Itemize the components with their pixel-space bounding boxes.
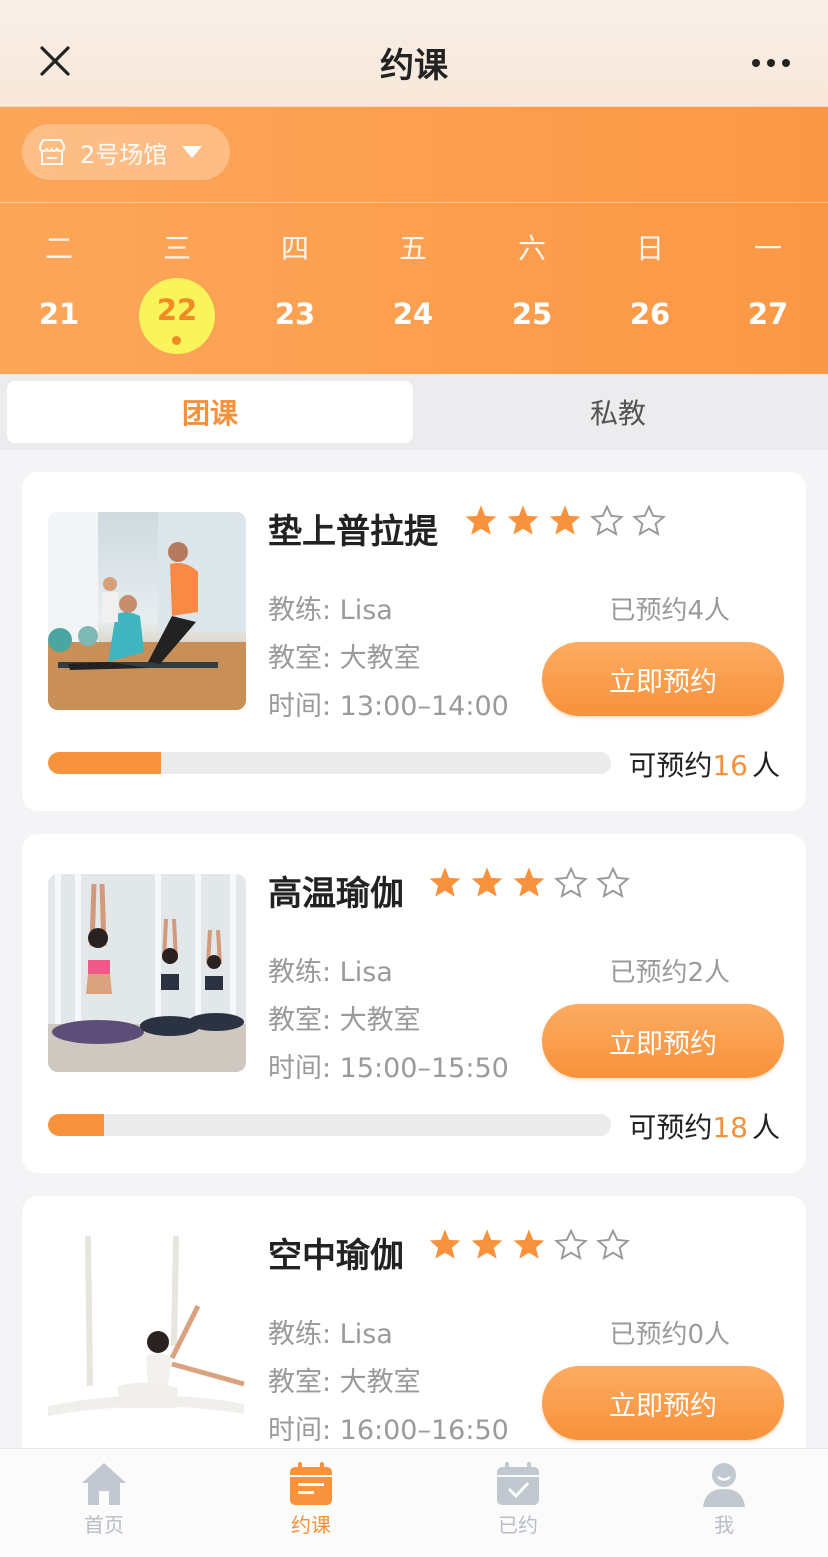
capacity-progress-fill (48, 752, 161, 774)
nav-home[interactable]: 首页 (34, 1461, 174, 1538)
star-filled-icon (507, 505, 539, 535)
star-filled-icon (471, 867, 503, 897)
selected-day-dot (172, 336, 181, 345)
time-label: 时间: 15:00–15:50 (268, 1053, 509, 1084)
available-spots: 可预约16 人 (628, 744, 780, 784)
star-empty-icon (596, 1228, 630, 1260)
star-filled-icon (465, 505, 497, 535)
weekday-label: 二 (44, 232, 73, 265)
available-suffix: 人 (751, 749, 780, 782)
page-title: 约课 (380, 46, 448, 86)
weekday-label: 三 (162, 232, 191, 265)
date-25[interactable]: 25 (482, 297, 582, 331)
course-thumbnail (48, 512, 246, 710)
booked-count: 已预约2人 (609, 958, 730, 988)
star-filled-icon (513, 867, 545, 897)
course-name: 垫上普拉提 (268, 512, 438, 552)
available-prefix: 可预约 (628, 749, 713, 782)
user-icon (703, 1463, 745, 1507)
bottom-nav: 首页 约课 已约 我 (0, 1448, 828, 1557)
date-24[interactable]: 24 (363, 297, 463, 331)
booked-count: 已预约0人 (609, 1320, 730, 1350)
weekday-label: 一 (753, 232, 782, 265)
available-suffix: 人 (751, 1111, 780, 1144)
star-filled-icon (429, 867, 461, 897)
venue-selector[interactable]: 2号场馆 (22, 124, 230, 180)
available-number: 18 (712, 1111, 748, 1144)
time-label: 时间: 13:00–14:00 (268, 691, 509, 722)
nav-me-label: 我 (714, 1513, 734, 1537)
home-icon (82, 1463, 126, 1505)
rating-stars (428, 1228, 630, 1260)
weekday-label: 五 (398, 232, 427, 265)
nav-booked[interactable]: 已约 (448, 1461, 588, 1538)
nav-me[interactable]: 我 (654, 1461, 794, 1538)
available-spots: 可预约18 人 (628, 1106, 780, 1146)
star-filled-icon (549, 505, 581, 535)
nav-booking[interactable]: 约课 (241, 1461, 381, 1538)
capacity-progress-fill (48, 1114, 105, 1136)
star-filled-icon (513, 1229, 545, 1259)
room-label: 教室: 大教室 (268, 643, 421, 674)
nav-booked-label: 已约 (498, 1513, 538, 1537)
course-type-tabs: 团课 私教 (0, 374, 828, 450)
book-now-button[interactable]: 立即预约 (542, 1004, 784, 1078)
date-27[interactable]: 27 (718, 297, 818, 331)
book-now-button[interactable]: 立即预约 (542, 1366, 784, 1440)
room-label: 教室: 大教室 (268, 1367, 421, 1398)
calendar-check-icon (497, 1462, 539, 1505)
time-label: 时间: 16:00–16:50 (268, 1415, 509, 1446)
weekday-label: 日 (635, 232, 664, 265)
course-name: 高温瑜伽 (268, 874, 404, 914)
star-filled-icon (429, 1229, 461, 1259)
coach-label: 教练: Lisa (268, 1319, 393, 1350)
tab-private-coach[interactable]: 私教 (415, 381, 821, 443)
date-22-selected[interactable]: 22 (127, 293, 227, 327)
course-thumbnail (48, 874, 246, 1072)
course-card[interactable]: 高温瑜伽 教练: Lisa 教室: 大教室 时间: 15:00–15:50 已预… (22, 834, 806, 1173)
course-card[interactable]: 空中瑜伽 教练: Lisa 教室: 大教室 时间: 16:00–16:50 已预… (22, 1196, 806, 1456)
capacity-progress-bar (48, 752, 611, 774)
top-bar: 约课 (0, 0, 828, 107)
available-prefix: 可预约 (628, 1111, 713, 1144)
star-empty-icon (590, 504, 624, 536)
rating-stars (464, 504, 666, 536)
nav-booking-label: 约课 (291, 1513, 331, 1537)
date-selector-panel: 2号场馆 二 三 四 五 六 日 一 21 22 23 24 25 26 27 (0, 107, 828, 374)
book-now-button[interactable]: 立即预约 (542, 642, 784, 716)
star-empty-icon (632, 504, 666, 536)
course-thumbnail (48, 1236, 246, 1434)
date-23[interactable]: 23 (245, 297, 345, 331)
star-empty-icon (554, 1228, 588, 1260)
capacity-progress-bar (48, 1114, 611, 1136)
star-filled-icon (471, 1229, 503, 1259)
weekday-label: 六 (517, 232, 546, 265)
weekday-label: 四 (280, 232, 309, 265)
coach-label: 教练: Lisa (268, 957, 393, 988)
tab-group-class[interactable]: 团课 (7, 381, 413, 443)
date-26[interactable]: 26 (600, 297, 700, 331)
venue-label: 2号场馆 (80, 140, 168, 169)
room-label: 教室: 大教室 (268, 1005, 421, 1036)
booked-count: 已预约4人 (609, 596, 730, 626)
nav-home-label: 首页 (84, 1513, 124, 1537)
caret-down-icon (182, 146, 203, 158)
course-name: 空中瑜伽 (268, 1236, 404, 1276)
date-21[interactable]: 21 (9, 297, 109, 331)
available-number: 16 (712, 749, 748, 782)
rating-stars (428, 866, 630, 898)
star-empty-icon (596, 866, 630, 898)
divider (0, 202, 828, 203)
star-empty-icon (554, 866, 588, 898)
more-icon[interactable] (750, 48, 792, 78)
coach-label: 教练: Lisa (268, 595, 393, 626)
store-icon (39, 139, 65, 165)
course-card[interactable]: 垫上普拉提 教练: Lisa 教室: 大教室 时间: 13:00–14:00 已… (22, 472, 806, 811)
calendar-icon (290, 1462, 332, 1505)
